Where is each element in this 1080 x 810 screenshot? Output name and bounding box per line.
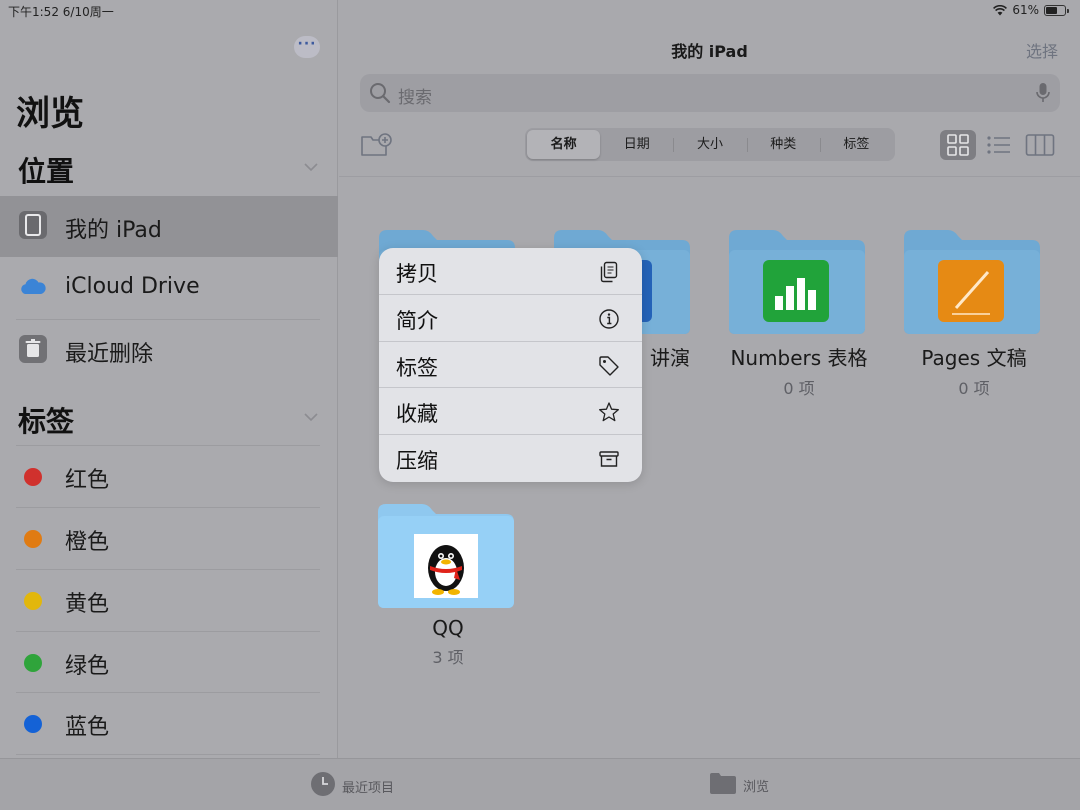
- tab-bar: 最近项目 浏览: [0, 758, 1080, 810]
- menu-item-label: 标签: [396, 355, 438, 380]
- tag-color-dot: [24, 715, 42, 733]
- list-view-icon[interactable]: [986, 133, 1012, 161]
- sort-option-kind[interactable]: 种类: [746, 130, 820, 159]
- sort-segmented-control[interactable]: 名称 日期 大小 种类 标签: [525, 128, 895, 161]
- folder-qq[interactable]: QQ 3 项: [378, 502, 518, 668]
- tag-color-dot: [24, 530, 42, 548]
- microphone-icon[interactable]: [1036, 82, 1050, 108]
- sidebar-item-label: 绿色: [65, 654, 110, 679]
- menu-item-label: 压缩: [396, 449, 438, 474]
- sidebar-item-tag-red[interactable]: 红色: [0, 446, 338, 507]
- search-input[interactable]: 搜索: [398, 83, 432, 108]
- column-view-icon[interactable]: [1025, 133, 1055, 161]
- sidebar: ··· 浏览 位置 我的 iPad iCloud Drive 最近删除 标签 红…: [0, 0, 338, 758]
- pages-icon: [938, 260, 1004, 322]
- menu-item-compress[interactable]: 压缩: [379, 435, 642, 482]
- folder-item-count: 0 项: [783, 379, 815, 398]
- tab-label: 浏览: [743, 779, 770, 795]
- menu-item-label: 简介: [396, 308, 438, 333]
- status-time: 下午1:52 6/10周一: [8, 5, 114, 19]
- status-right: 61%: [993, 3, 1069, 17]
- menu-item-copy[interactable]: 拷贝: [379, 248, 642, 295]
- sidebar-item-tag-orange[interactable]: 橙色: [0, 508, 338, 569]
- trash-icon: [18, 334, 48, 364]
- qq-penguin-icon: [414, 534, 478, 598]
- grid-view-icon[interactable]: [940, 130, 976, 160]
- folder-name: QQ: [432, 616, 464, 640]
- battery-icon: [1044, 4, 1069, 16]
- sidebar-item-tag-blue[interactable]: 蓝色: [0, 693, 338, 754]
- tag-color-dot: [24, 592, 42, 610]
- folder-icon: [904, 228, 1040, 334]
- sidebar-item-label: 蓝色: [65, 715, 110, 740]
- new-folder-icon[interactable]: [360, 132, 392, 162]
- sidebar-item-label: iCloud Drive: [65, 274, 200, 299]
- tag-icon: [598, 355, 620, 381]
- folder-name: Numbers 表格: [730, 346, 868, 370]
- chevron-down-icon[interactable]: [302, 408, 320, 426]
- star-icon: [598, 401, 620, 427]
- search-icon: [369, 82, 391, 108]
- sidebar-item-icloud-drive[interactable]: iCloud Drive: [0, 258, 338, 319]
- copy-icon: [598, 261, 620, 287]
- sidebar-item-label: 我的 iPad: [65, 218, 162, 243]
- row-divider: [16, 754, 320, 755]
- folder-name: Pages 文稿: [921, 346, 1027, 370]
- tags-header[interactable]: 标签: [18, 400, 74, 440]
- sidebar-item-label: 红色: [65, 468, 110, 493]
- archive-icon: [598, 448, 620, 474]
- sort-option-date[interactable]: 日期: [600, 130, 673, 159]
- sidebar-item-label: 黄色: [65, 592, 110, 617]
- menu-item-favorite[interactable]: 收藏: [379, 388, 642, 436]
- wifi-icon: [993, 4, 1008, 16]
- sort-option-tags[interactable]: 标签: [819, 130, 893, 159]
- page-title: 我的 iPad: [671, 42, 748, 61]
- more-button[interactable]: ···: [294, 36, 320, 58]
- search-bar[interactable]: 搜索: [360, 74, 1060, 112]
- sidebar-item-my-ipad[interactable]: 我的 iPad: [0, 196, 338, 257]
- tag-color-dot: [24, 654, 42, 672]
- sidebar-item-label: 橙色: [65, 530, 110, 555]
- chevron-down-icon[interactable]: [302, 158, 320, 176]
- sort-option-name[interactable]: 名称: [527, 130, 601, 159]
- sidebar-title: 浏览: [16, 94, 84, 134]
- sidebar-item-label: 最近删除: [65, 342, 154, 367]
- icloud-icon: [18, 272, 48, 302]
- folder-icon: [729, 228, 865, 334]
- sort-option-size[interactable]: 大小: [673, 130, 746, 159]
- toolbar-divider: [339, 176, 1080, 177]
- folder-numbers[interactable]: Numbers 表格 0 项: [729, 228, 869, 399]
- clock-icon: [310, 771, 336, 801]
- ipad-icon: [18, 210, 48, 240]
- numbers-icon: [763, 260, 829, 322]
- sidebar-item-recently-deleted[interactable]: 最近删除: [0, 320, 338, 381]
- tab-recents[interactable]: 最近项目: [310, 771, 394, 801]
- folder-item-count: 3 项: [432, 648, 464, 667]
- menu-item-label: 收藏: [396, 402, 438, 427]
- info-icon: [598, 308, 620, 334]
- battery-percent: 61%: [1012, 3, 1039, 17]
- sidebar-item-tag-green[interactable]: 绿色: [0, 632, 338, 693]
- menu-item-tags[interactable]: 标签: [379, 342, 642, 389]
- context-menu: 拷贝 简介 标签 收藏 压缩: [379, 248, 642, 482]
- select-button[interactable]: 选择: [1026, 38, 1058, 62]
- folder-item-count: 0 项: [958, 379, 990, 398]
- locations-header[interactable]: 位置: [18, 150, 74, 190]
- menu-item-label: 拷贝: [396, 262, 438, 286]
- sidebar-item-tag-yellow[interactable]: 黄色: [0, 570, 338, 631]
- status-bar: 下午1:52 6/10周一 61%: [0, 0, 1080, 22]
- tab-label: 最近项目: [342, 780, 395, 796]
- menu-item-info[interactable]: 简介: [379, 295, 642, 342]
- tag-color-dot: [24, 468, 42, 486]
- folder-tab-icon: [709, 771, 737, 799]
- tab-browse[interactable]: 浏览: [709, 771, 769, 799]
- folder-pages[interactable]: Pages 文稿 0 项: [904, 228, 1044, 399]
- folder-icon: [378, 502, 514, 608]
